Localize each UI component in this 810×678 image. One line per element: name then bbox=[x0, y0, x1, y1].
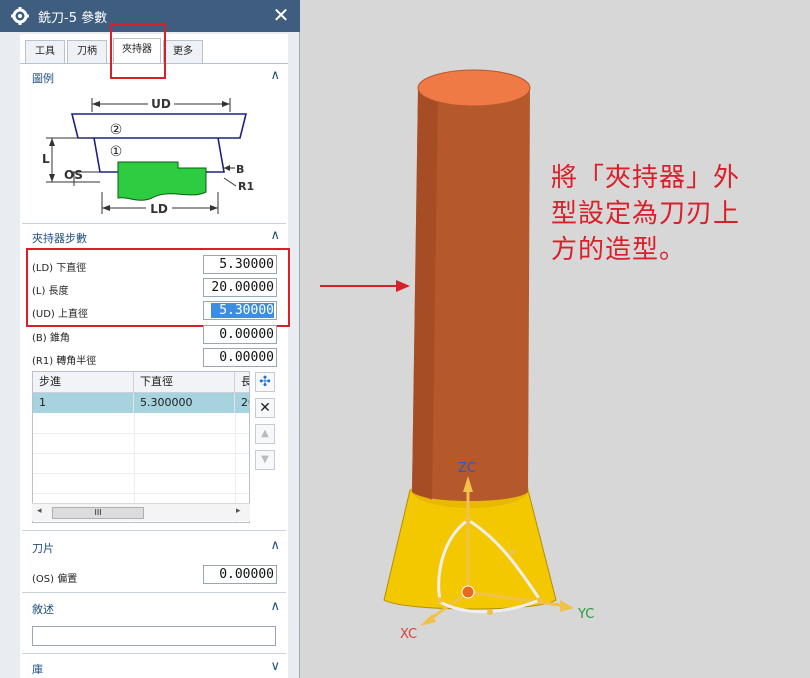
taper-angle-input[interactable]: 0.00000 bbox=[203, 325, 277, 344]
l-label: L bbox=[42, 152, 50, 166]
tab-more[interactable]: 更多 bbox=[163, 40, 203, 64]
xc-axis-label: XC bbox=[400, 627, 417, 642]
column-header-length[interactable]: 長 bbox=[235, 372, 249, 393]
section-library-label: 庫 bbox=[32, 663, 43, 676]
tab-tool[interactable]: 工具 bbox=[25, 40, 65, 64]
section-blade[interactable]: 刀片 ∧ bbox=[22, 536, 286, 558]
ld-arrow-left bbox=[102, 205, 110, 211]
l-arrow-top bbox=[49, 138, 55, 146]
section-holder-steps[interactable]: 夾持器步數 ∧ bbox=[22, 226, 286, 248]
add-step-icon[interactable]: ✣ bbox=[255, 372, 275, 392]
annotation-line: 型設定為刀刃上 bbox=[551, 199, 741, 229]
ud-arrow-right bbox=[222, 101, 230, 107]
gear-icon bbox=[11, 7, 29, 25]
offset-field-label: (OS) 偏置 bbox=[32, 574, 78, 585]
close-icon[interactable]: ✕ bbox=[270, 3, 292, 27]
chevron-up-icon[interactable]: ∧ bbox=[270, 228, 280, 243]
ld-arrow-right bbox=[210, 205, 218, 211]
scroll-right-icon[interactable]: ▸ bbox=[236, 506, 241, 516]
model-view: ZC XC YC bbox=[320, 69, 594, 642]
r1-leader bbox=[223, 177, 237, 187]
steps-table: 步進 下直徑 長 1 5.300000 20 bbox=[32, 371, 250, 523]
section-holder-steps-label: 夾持器步數 bbox=[32, 232, 87, 245]
tool-parameters-dialog: 銑刀-5 參數 ✕ 工具 刀柄 夾持器 更多 圖例 ∧ UD ② ① L OS … bbox=[0, 0, 300, 678]
tool-top-face bbox=[417, 69, 531, 107]
ld-label: LD bbox=[150, 202, 168, 216]
section-description-label: 敘述 bbox=[32, 603, 54, 616]
step-2-marker: ② bbox=[110, 122, 123, 138]
table-gridline bbox=[33, 433, 249, 434]
corner-radius-label: (R1) 轉角半徑 bbox=[32, 356, 97, 367]
annotation-line: 方的造型。 bbox=[551, 235, 687, 265]
move-down-icon[interactable]: ▼ bbox=[255, 450, 275, 470]
l-arrow-bottom bbox=[49, 174, 55, 182]
ud-label: UD bbox=[151, 97, 171, 111]
move-up-icon[interactable]: ▲ bbox=[255, 424, 275, 444]
section-library[interactable]: 庫 ∨ bbox=[22, 657, 286, 678]
separator bbox=[22, 223, 286, 224]
offset-input[interactable]: 0.00000 bbox=[203, 565, 277, 584]
taper-angle-label: (B) 錐角 bbox=[32, 333, 70, 344]
step-1-marker: ① bbox=[110, 144, 123, 160]
chevron-up-icon[interactable]: ∧ bbox=[270, 68, 280, 83]
table-gridline bbox=[33, 473, 249, 474]
separator bbox=[22, 592, 286, 593]
scroll-left-icon[interactable]: ◂ bbox=[37, 506, 42, 516]
pointer-arrow-head bbox=[396, 280, 410, 292]
section-blade-label: 刀片 bbox=[32, 542, 54, 555]
scroll-thumb[interactable]: III bbox=[52, 507, 144, 519]
tool-body-shape bbox=[117, 161, 207, 201]
section-description[interactable]: 敘述 ∧ bbox=[22, 597, 286, 619]
r1-label: R1 bbox=[238, 180, 254, 193]
column-header-step[interactable]: 步進 bbox=[33, 372, 134, 393]
b-arrow bbox=[224, 165, 230, 171]
holder-legend-diagram: UD ② ① L OS B R1 LD bbox=[42, 96, 254, 216]
ud-arrow-left bbox=[92, 101, 100, 107]
highlight-fields bbox=[26, 248, 290, 327]
section-legend-label: 圖例 bbox=[32, 72, 54, 85]
separator bbox=[22, 530, 286, 531]
b-label: B bbox=[236, 163, 244, 176]
yc-axis-label: YC bbox=[577, 607, 594, 622]
table-cell: 20 bbox=[235, 393, 249, 413]
annotation-text: 將「夾持器」外 型設定為刀刃上 方的造型。 bbox=[551, 160, 791, 268]
zc-axis-label: ZC bbox=[458, 461, 476, 476]
chevron-down-icon[interactable]: ∨ bbox=[270, 659, 280, 674]
description-input[interactable] bbox=[32, 626, 276, 646]
table-gridline bbox=[33, 493, 249, 494]
chevron-up-icon[interactable]: ∧ bbox=[270, 538, 280, 553]
chevron-up-icon[interactable]: ∧ bbox=[270, 599, 280, 614]
delete-step-icon[interactable]: ✕ bbox=[255, 398, 275, 418]
tab-shank[interactable]: 刀柄 bbox=[67, 40, 107, 64]
holder-step-2-outline bbox=[70, 113, 248, 139]
table-cell: 5.300000 bbox=[134, 393, 235, 413]
dialog-title: 銑刀-5 參數 bbox=[38, 11, 108, 26]
corner-radius-input[interactable]: 0.00000 bbox=[203, 348, 277, 367]
table-gridline bbox=[33, 453, 249, 454]
separator bbox=[22, 653, 286, 654]
column-header-lower-diameter[interactable]: 下直徑 bbox=[134, 372, 235, 393]
os-label: OS bbox=[64, 168, 83, 182]
section-legend[interactable]: 圖例 ∧ bbox=[22, 66, 286, 88]
table-cell: 1 bbox=[33, 393, 134, 413]
horizontal-scrollbar[interactable]: ◂ III ▸ bbox=[32, 503, 250, 521]
annotation-line: 將「夾持器」外 bbox=[551, 163, 741, 193]
